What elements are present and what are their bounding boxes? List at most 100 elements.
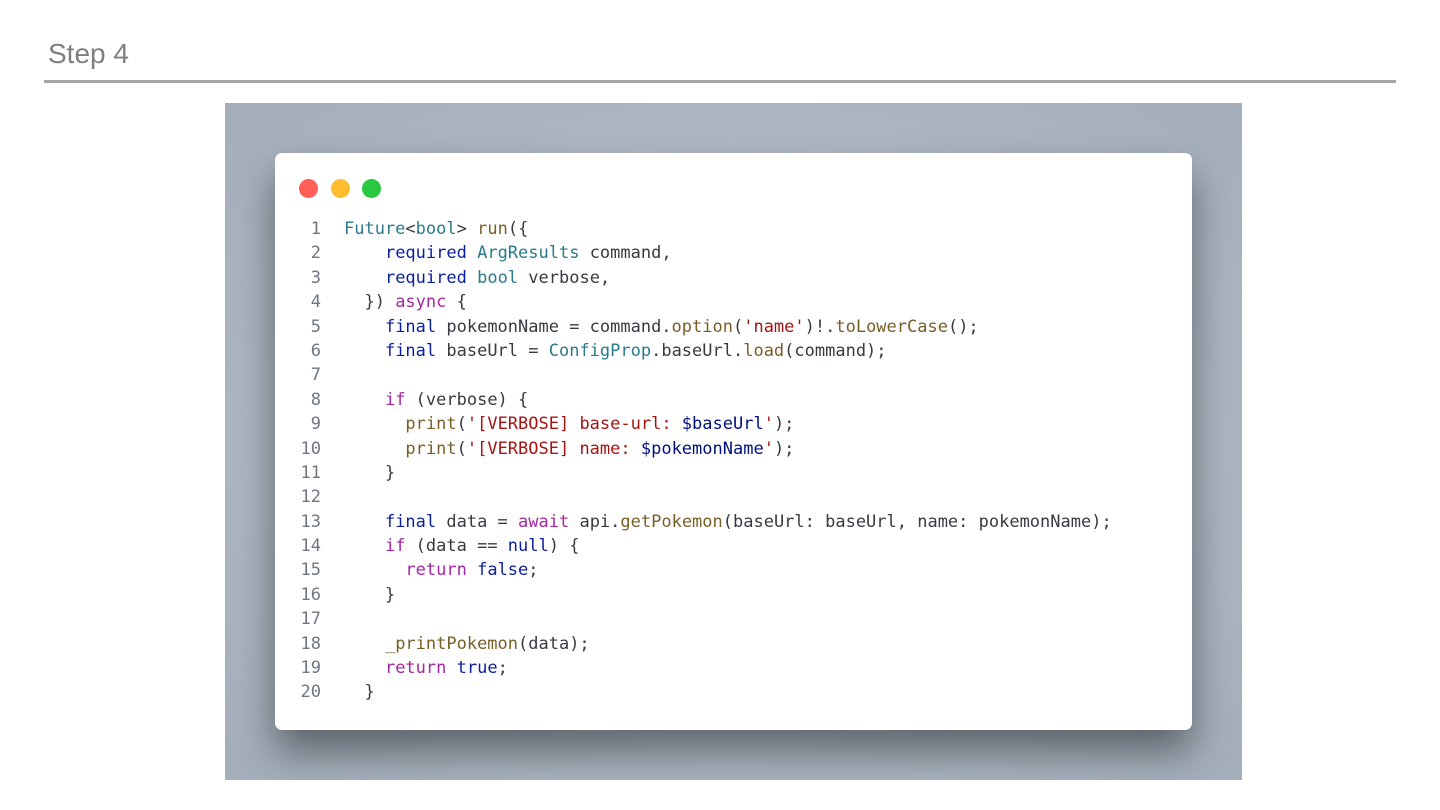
code-token: getPokemon [620,511,723,532]
line-number: 16 [300,584,321,605]
code-token: < [405,219,416,239]
line-number: 13 [300,511,321,532]
code-token: final [384,340,437,361]
code-token: bool [477,267,519,288]
line-number: 14 [300,536,321,557]
code-token: (verbose) { [405,389,529,410]
line-number: 4 [310,292,321,313]
code-token: async [395,292,447,313]
code-token: run [477,219,508,239]
code-token: (baseUrl: baseUrl, name: pokemonName); [722,511,1112,532]
line-number: 17 [300,609,321,630]
code-line: 2 required ArgResults command, [275,241,1192,265]
line-number: 7 [310,365,321,386]
code-token: ( [732,316,744,337]
code-token: command, [579,243,672,264]
code-token: _printPokemon [384,633,519,654]
code-line: 9 print('[VERBOSE] base-url: $baseUrl'); [275,412,1192,436]
code-token: ( [456,414,467,435]
code-token: ; [528,560,539,581]
code-token: ' [763,414,774,435]
code-token: '[VERBOSE] name: [466,438,641,459]
code-token: (command); [784,340,887,361]
code-block: 1 Future<bool> run({2 required ArgResults… [275,217,1192,705]
code-line: 14 if (data == null) { [275,534,1192,558]
minimize-dot-icon [331,179,350,198]
line-number: 2 [310,243,321,264]
code-token: .baseUrl. [651,340,744,361]
line-number: 6 [310,340,321,361]
code-text: } [344,583,395,607]
code-token: ); [773,438,795,459]
code-token: ({ [507,219,529,239]
code-line: 12 [275,485,1192,509]
code-token: verbose, [518,267,611,288]
code-token: $baseUrl [681,414,764,435]
code-line: 10 print('[VERBOSE] name: $pokemonName')… [275,437,1192,461]
code-token: } [344,584,396,605]
code-token: } [344,462,396,483]
code-text: } [344,461,395,485]
line-number: 11 [300,462,321,483]
line-number: 1 [310,219,321,239]
close-dot-icon [299,179,318,198]
code-line: 17 [275,607,1192,631]
code-screenshot-backdrop: 1 Future<bool> run({2 required ArgResults… [225,103,1242,780]
code-text: required bool verbose, [344,266,610,290]
code-text: _printPokemon(data); [344,632,590,656]
code-token: } [344,682,375,703]
code-text: return false; [344,558,539,582]
code-line: 19 return true; [275,656,1192,680]
title-divider [44,80,1396,83]
code-text: Future<bool> run({ [344,217,528,241]
code-token: '[VERBOSE] base-url: [466,414,682,435]
code-text: print('[VERBOSE] base-url: $baseUrl'); [344,412,794,436]
code-text: final pokemonName = command.option('name… [344,315,979,339]
code-token: bool [415,219,457,239]
code-token: if [384,536,406,557]
line-number: 5 [310,316,321,337]
code-line: 7 [275,363,1192,387]
code-token: print [405,414,457,435]
line-number: 3 [310,267,321,288]
code-token: api. [569,511,621,532]
code-text: required ArgResults command, [344,241,672,265]
code-token: required [384,267,467,288]
code-line: 11 } [275,461,1192,485]
code-line: 18 _printPokemon(data); [275,632,1192,656]
code-token: ( [456,438,467,459]
code-token: { [446,292,467,313]
code-token: (data); [518,633,590,654]
code-text: } [344,680,375,704]
code-token: return [405,560,467,581]
code-token: (data == [405,536,508,557]
code-token: return [384,658,447,679]
code-text: }) async { [344,290,467,314]
code-token: (); [947,316,979,337]
code-line: 1 Future<bool> run({ [275,217,1192,241]
code-line: 5 final pokemonName = command.option('na… [275,315,1192,339]
code-token: if [384,389,406,410]
code-token: null [507,536,549,557]
code-token: await [518,511,570,532]
code-token: option [671,316,733,337]
code-window: 1 Future<bool> run({2 required ArgResults… [275,153,1192,730]
code-token: true [456,658,498,679]
code-text: print('[VERBOSE] name: $pokemonName'); [344,437,794,461]
line-number: 19 [300,658,321,679]
code-token: data = [436,511,519,532]
code-token: Future [344,219,406,239]
code-text: return true; [344,656,508,680]
code-token: ' [763,438,774,459]
code-token: > [456,219,478,239]
